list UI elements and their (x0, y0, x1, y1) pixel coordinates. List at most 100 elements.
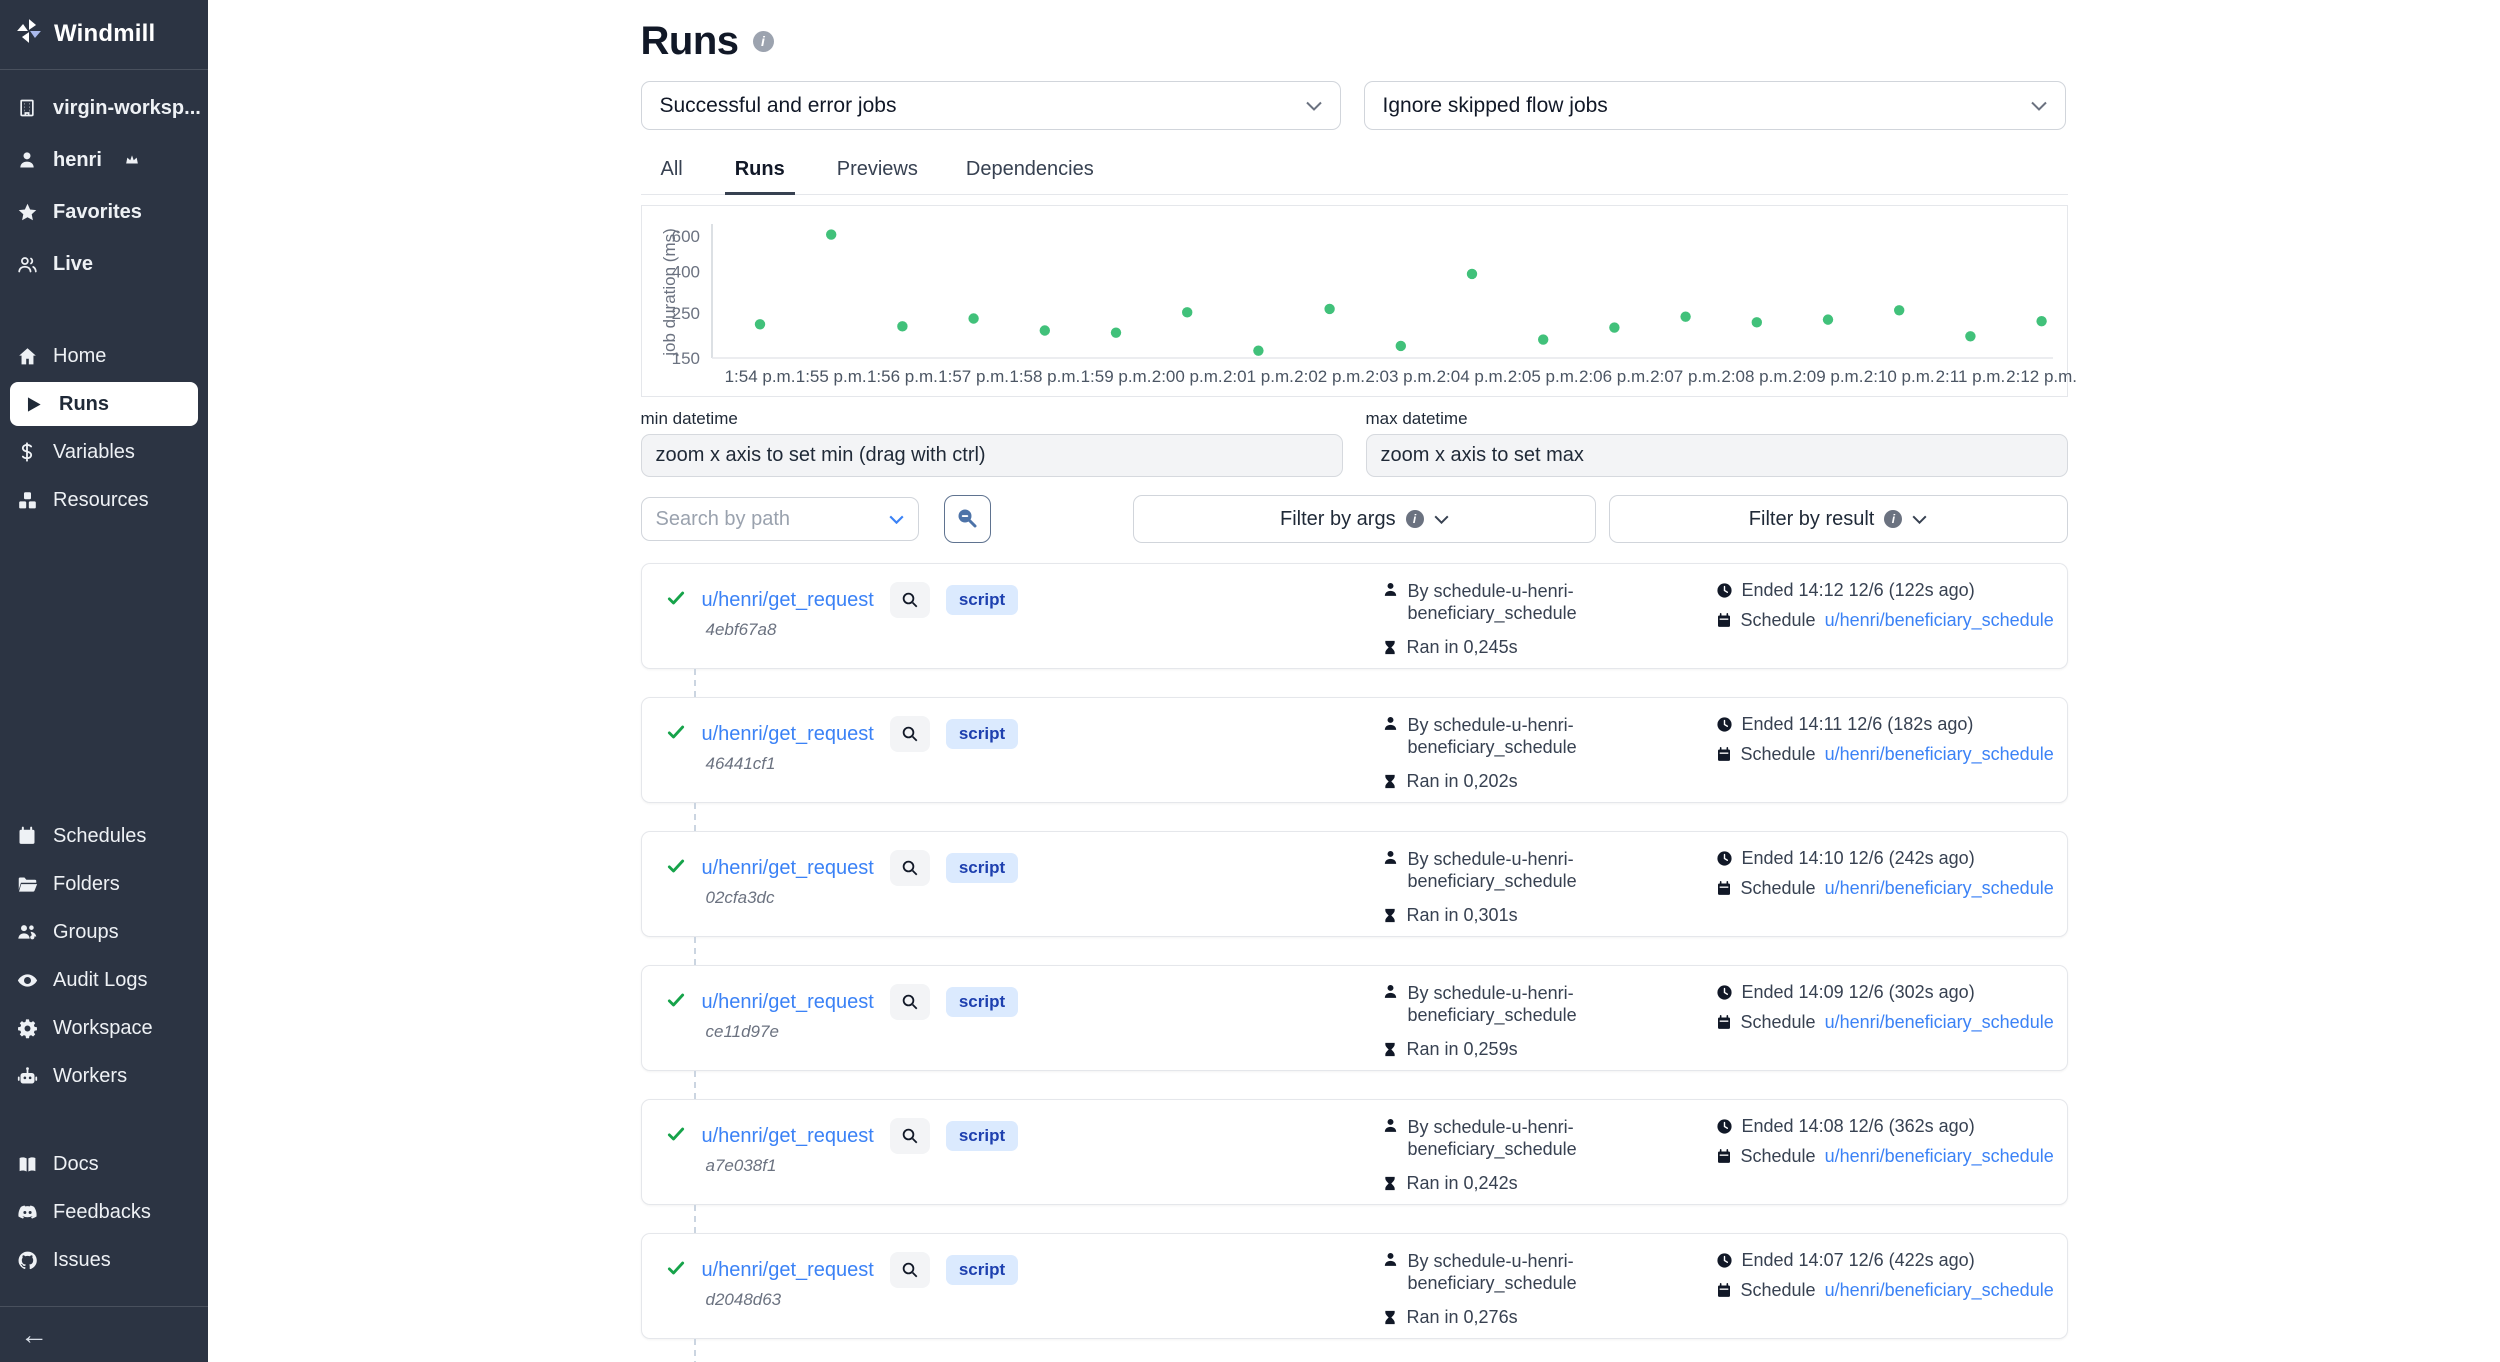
sidebar-item-label: Workers (53, 1065, 127, 1088)
clock-icon (1716, 582, 1733, 599)
filter-by-args-button[interactable]: Filter by args i (1133, 495, 1596, 543)
schedule-link[interactable]: u/henri/beneficiary_schedule (1825, 1012, 2054, 1033)
sidebar-item-workers[interactable]: Workers (0, 1052, 208, 1100)
skipped-flows-select[interactable]: Ignore skipped flow jobs (1364, 81, 2066, 130)
clock-icon (1716, 1118, 1733, 1135)
sidebar-item-workspace[interactable]: virgin-worksp... (0, 82, 208, 134)
run-path-link[interactable]: u/henri/get_request (702, 589, 874, 612)
schedule-prefix: Schedule (1741, 610, 1816, 631)
tab-dependencies[interactable]: Dependencies (960, 150, 1100, 194)
sidebar-item-workspace-settings[interactable]: Workspace (0, 1004, 208, 1052)
run-duration: Ran in 0,245s (1407, 637, 1518, 658)
inspect-run-button[interactable] (890, 582, 930, 618)
sidebar-account-group: virgin-worksp... henri (0, 82, 208, 290)
sidebar-item-label: Runs (59, 393, 109, 416)
sidebar-item-label: Variables (53, 441, 135, 464)
run-connector-line (694, 803, 696, 831)
job-kind-badge: script (946, 719, 1018, 749)
run-connector-line (694, 669, 696, 697)
job-duration-chart[interactable]: job duration (ms) 1502504006001:54 p.m.1… (641, 205, 2068, 397)
run-path-link[interactable]: u/henri/get_request (702, 991, 874, 1014)
chevron-down-icon (1434, 515, 1449, 524)
scatter-plot: 1502504006001:54 p.m.1:55 p.m.1:56 p.m.1… (712, 218, 2053, 390)
run-path-link[interactable]: u/henri/get_request (702, 1125, 874, 1148)
schedule-link[interactable]: u/henri/beneficiary_schedule (1825, 1146, 2054, 1167)
sidebar-item-favorites[interactable]: Favorites (0, 186, 208, 238)
hourglass-icon (1382, 1175, 1398, 1192)
sidebar-item-groups[interactable]: Groups (0, 908, 208, 956)
workspace-name: virgin-worksp... (53, 97, 201, 120)
inspect-run-button[interactable] (890, 1252, 930, 1288)
sidebar-item-feedbacks[interactable]: Feedbacks (0, 1188, 208, 1236)
calendar-icon (1716, 612, 1732, 629)
zoom-out-search-button[interactable] (944, 495, 991, 543)
book-icon (16, 1153, 38, 1175)
run-duration: Ran in 0,259s (1407, 1039, 1518, 1060)
app-name: Windmill (54, 20, 155, 48)
run-id: 02cfa3dc (706, 888, 775, 908)
gear-icon (16, 1017, 38, 1039)
schedule-link[interactable]: u/henri/beneficiary_schedule (1825, 1280, 2054, 1301)
schedule-link[interactable]: u/henri/beneficiary_schedule (1825, 744, 2054, 765)
calendar-icon (1716, 880, 1732, 897)
sidebar-admin-group: Schedules Folders (0, 812, 208, 1100)
inspect-run-button[interactable] (890, 850, 930, 886)
tab-all[interactable]: All (655, 150, 689, 194)
svg-text:1:59 p.m.: 1:59 p.m. (1080, 367, 1151, 386)
sidebar-item-audit-logs[interactable]: Audit Logs (0, 956, 208, 1004)
max-datetime-input[interactable] (1366, 434, 2068, 477)
sidebar-item-label: Groups (53, 921, 119, 944)
user-name: henri (53, 149, 102, 172)
job-status-select-value: Successful and error jobs (660, 94, 897, 118)
inspect-run-button[interactable] (890, 1118, 930, 1154)
sidebar-item-issues[interactable]: Issues (0, 1236, 208, 1284)
job-kind-badge: script (946, 853, 1018, 883)
sidebar-item-docs[interactable]: Docs (0, 1140, 208, 1188)
run-connector-line (694, 937, 696, 965)
inspect-run-button[interactable] (890, 984, 930, 1020)
runs-list: u/henri/get_request script 4ebf67a8 By s… (641, 563, 2068, 1362)
sidebar-item-runs[interactable]: Runs (10, 382, 198, 426)
sidebar-item-user[interactable]: henri (0, 134, 208, 186)
sidebar-item-label: Docs (53, 1153, 99, 1176)
sidebar-item-resources[interactable]: Resources (0, 476, 208, 524)
sidebar-item-schedules[interactable]: Schedules (0, 812, 208, 860)
sidebar-item-live[interactable]: Live (0, 238, 208, 290)
tab-runs[interactable]: Runs (725, 150, 795, 195)
sidebar-item-folders[interactable]: Folders (0, 860, 208, 908)
run-path-link[interactable]: u/henri/get_request (702, 857, 874, 880)
dollar-icon (16, 441, 38, 463)
run-ended-at: Ended 14:10 12/6 (242s ago) (1742, 848, 1975, 869)
inspect-run-button[interactable] (890, 716, 930, 752)
svg-text:2:05 p.m.: 2:05 p.m. (1507, 367, 1578, 386)
schedule-prefix: Schedule (1741, 1280, 1816, 1301)
run-ended-at: Ended 14:07 12/6 (422s ago) (1742, 1250, 1975, 1271)
filter-by-result-button[interactable]: Filter by result i (1609, 495, 2068, 543)
run-path-link[interactable]: u/henri/get_request (702, 723, 874, 746)
success-check-icon (666, 1124, 686, 1149)
run-duration: Ran in 0,242s (1407, 1173, 1518, 1194)
app-root: Windmill virgin-worksp... he (0, 0, 2500, 1362)
success-check-icon (666, 1258, 686, 1283)
tab-previews[interactable]: Previews (831, 150, 924, 194)
schedule-link[interactable]: u/henri/beneficiary_schedule (1825, 878, 2054, 899)
sidebar-item-label: Issues (53, 1249, 111, 1272)
collapse-sidebar-button[interactable]: ← (20, 1321, 48, 1349)
search-by-path-select[interactable]: Search by path (641, 497, 919, 541)
min-datetime-input[interactable] (641, 434, 1343, 477)
schedule-link[interactable]: u/henri/beneficiary_schedule (1825, 610, 2054, 631)
sidebar-item-label: Folders (53, 873, 120, 896)
job-status-select[interactable]: Successful and error jobs (641, 81, 1341, 130)
hourglass-icon (1382, 639, 1398, 656)
svg-text:2:04 p.m.: 2:04 p.m. (1436, 367, 1507, 386)
min-datetime-label: min datetime (641, 409, 1343, 429)
app-logo[interactable]: Windmill (0, 0, 208, 69)
datetime-filters: min datetime max datetime (641, 409, 2068, 477)
play-icon (22, 393, 44, 415)
svg-text:2:01 p.m.: 2:01 p.m. (1222, 367, 1293, 386)
sidebar-item-home[interactable]: Home (0, 332, 208, 380)
info-icon[interactable]: i (753, 31, 774, 52)
sidebar-item-variables[interactable]: Variables (0, 428, 208, 476)
run-path-link[interactable]: u/henri/get_request (702, 1259, 874, 1282)
run-id: 4ebf67a8 (706, 620, 777, 640)
